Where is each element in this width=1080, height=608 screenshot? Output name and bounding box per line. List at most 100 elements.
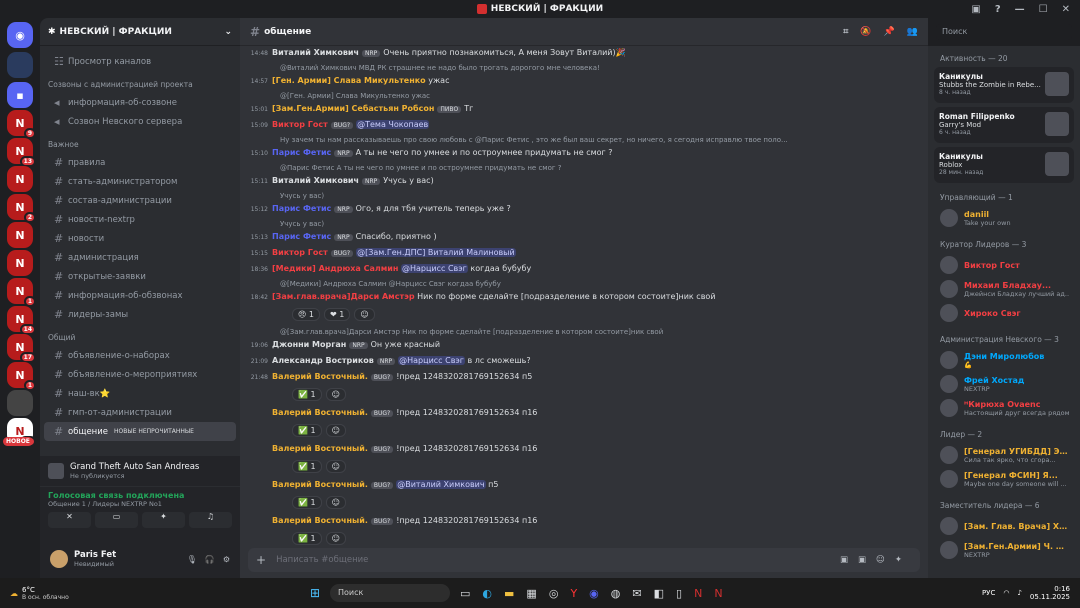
channel-item[interactable]: # общение НОВЫЕ НЕПРОЧИТАННЫЕ [44, 422, 236, 441]
message-row[interactable]: Валерий Восточный. BUG? !пред 124832028176… [240, 516, 928, 525]
activities-button[interactable]: ✦ [142, 512, 185, 528]
channel-item[interactable]: # новости-nextrp [44, 210, 236, 229]
edge-icon[interactable]: ◐ [482, 587, 492, 600]
channel-item[interactable]: # администрация [44, 248, 236, 267]
message-row[interactable]: 15:13 Парис Фетис NRP Спасибо, приятно ) [240, 232, 928, 241]
message-row[interactable]: Валерий Восточный. BUG? !пред 124832028176… [240, 444, 928, 453]
chrome-icon[interactable]: ◍ [611, 587, 621, 600]
server-icon[interactable]: N [7, 166, 33, 192]
message-row[interactable]: 15:15 Виктор Гост BUG? @[Зам.Ген.ДПС] Витал… [240, 248, 928, 257]
volume-icon[interactable]: ♪ [1017, 589, 1021, 597]
server-icon[interactable] [7, 52, 33, 78]
message-row[interactable]: 15:09 Виктор Гост BUG? @Тема Чокопаев [240, 120, 928, 129]
channel-item[interactable]: # правила [44, 153, 236, 172]
threads-icon[interactable]: ⌗ [843, 27, 848, 37]
member-item[interactable]: Дэни Миролюбов 💪 [928, 348, 1080, 372]
server-icon[interactable]: N [7, 250, 33, 276]
app-icon[interactable]: ▯ [676, 587, 682, 600]
browse-channels[interactable]: ☷ Просмотр каналов [44, 52, 236, 71]
server-icon[interactable]: N [7, 222, 33, 248]
reaction-heart[interactable]: ❤ 1 [323, 308, 351, 321]
composer-placeholder[interactable]: Написать #общение [276, 555, 368, 565]
search-input[interactable]: Поиск [936, 24, 1072, 40]
reaction-check[interactable]: ✅ 1 [292, 496, 322, 509]
maximize-button[interactable]: ☐ [1039, 4, 1048, 15]
mic-icon[interactable]: 🎙 [187, 555, 197, 564]
message-author[interactable]: Парис Фетис [272, 148, 331, 157]
server-icon[interactable]: N 17 [7, 334, 36, 363]
channel-item[interactable]: # объявление-о-мероприятиях [44, 365, 236, 384]
message-author[interactable]: Виталий Химкович [272, 176, 359, 185]
store-icon[interactable]: ▦ [526, 587, 536, 600]
message-composer[interactable]: + Написать #общение ▣▣☺✦ [248, 548, 920, 572]
message-author[interactable]: Парис Фетис [272, 232, 331, 241]
folder-icon[interactable]: ▬ [504, 587, 514, 600]
yandex-icon[interactable]: Y [570, 587, 577, 600]
message-row[interactable]: 15:10 Парис Фетис NRP А ты не чего по умнее… [240, 148, 928, 157]
add-reaction-icon[interactable]: ☺ [325, 460, 346, 473]
member-item[interactable]: [Зам.Ген.Армии] Ч. Мику...NEXTRP [928, 538, 1080, 562]
screen-share-button[interactable]: ▭ [95, 512, 138, 528]
channel-item[interactable]: # новости [44, 229, 236, 248]
headphones-icon[interactable]: 🎧 [205, 555, 215, 564]
message-author[interactable]: Валерий Восточный. [272, 408, 368, 417]
message-author[interactable]: [Медики] Андрюха Салмин [272, 264, 398, 273]
message-author[interactable]: Валерий Восточный. [272, 444, 368, 453]
message-author[interactable]: Джонни Морган [272, 340, 346, 349]
plus-icon[interactable]: + [256, 553, 266, 567]
message-row[interactable]: 14:57 [Ген. Армии] Слава Микультенко ужас [240, 76, 928, 85]
channel-item[interactable]: # открытые-заявки [44, 267, 236, 286]
soundboard-button[interactable]: ♫ [189, 512, 232, 528]
category-header[interactable]: Общий [40, 328, 240, 346]
message-author[interactable]: [Зам.Ген.Армии] Себастьян Робсон [272, 104, 434, 113]
mention[interactable]: @Нарцисс Свэг [400, 264, 468, 273]
member-item[interactable]: Фрей Хостад NEXTRP [928, 372, 1080, 396]
add-reaction-icon[interactable]: ☺ [325, 496, 346, 509]
server-icon[interactable] [7, 390, 33, 416]
mention[interactable]: @[Зам.Ген.ДПС] Виталий Малиновый [356, 248, 516, 257]
activity-card[interactable]: Каникулы Roblox 28 мин. назад [934, 147, 1074, 183]
message-author[interactable]: Валерий Восточный. [272, 372, 368, 381]
message-author[interactable]: Валерий Восточный. [272, 516, 368, 525]
clock-date[interactable]: 05.11.2025 [1030, 593, 1070, 601]
channel-item[interactable]: # гмп-от-администрации [44, 403, 236, 422]
message-row[interactable]: 19:06 Джонни Морган NRP Он уже красный [240, 340, 928, 349]
notifications-icon[interactable]: 🔕 [860, 27, 871, 37]
server-header[interactable]: ✱ НЕВСКИЙ | ФРАКЦИИ ⌄ [40, 18, 240, 46]
message-author[interactable]: Виктор Гост [272, 120, 328, 129]
voice-channel[interactable]: ◂ Созвон Невского сервера [44, 112, 236, 131]
wifi-icon[interactable]: ◠ [1003, 589, 1009, 597]
add-reaction-icon[interactable]: ☺ [354, 308, 375, 321]
member-item[interactable]: [Генерал УГИБДД] Э. Ко...Сила так ярко, … [928, 443, 1080, 467]
message-row[interactable]: 21:09 Александр Востриков NRP @Нарцисс Свэг… [240, 356, 928, 365]
mention[interactable]: @Нарцисс Свэг [398, 356, 465, 365]
reaction-check[interactable]: ✅ 1 [292, 532, 322, 545]
lang-indicator[interactable]: РУС [982, 589, 995, 597]
channel-item[interactable]: # лидеры-замы [44, 305, 236, 324]
unread-pill[interactable]: НОВЫЕ НЕПРОЧИТАННЫЕ [114, 428, 194, 435]
mention[interactable]: @Тема Чокопаев [356, 120, 430, 129]
add-reaction-icon[interactable]: ☺ [325, 532, 346, 545]
member-item[interactable]: Виктор Гост [928, 253, 1080, 277]
member-item[interactable]: ᴴКирюха Ovaenc Настоящий друг всегда рядо… [928, 396, 1080, 420]
reaction-check[interactable]: ✅ 1 [292, 424, 322, 437]
emoji-icon[interactable]: ▣▣☺✦ [840, 555, 912, 565]
message-author[interactable]: Александр Востриков [272, 356, 374, 365]
message-row[interactable]: Валерий Восточный. BUG? @Виталий Химкович … [240, 480, 928, 489]
add-reaction-icon[interactable]: ☺ [325, 424, 346, 437]
message-author[interactable]: Парис Фетис [272, 204, 331, 213]
message-row[interactable]: 18:42 [Зам.глав.врача]Дарси Амстэр Ник по… [240, 292, 928, 301]
channel-item[interactable]: ◂ информация-об-созвоне [44, 93, 236, 112]
pin-icon[interactable]: 📌 [884, 27, 895, 37]
windows-start-icon[interactable]: ⊞ [310, 586, 320, 600]
members-icon[interactable]: 👥 [907, 27, 918, 37]
server-icon[interactable]: N 13 [7, 138, 36, 167]
mail-icon[interactable]: ✉ [632, 587, 641, 600]
message-author[interactable]: Виталий Химкович [272, 48, 359, 57]
member-item[interactable]: [Зам. Глав. Врача] Хэм... [928, 514, 1080, 538]
message-row[interactable]: 18:36 [Медики] Андрюха Салмин @Нарцисс Св… [240, 264, 928, 273]
category-header[interactable]: Важное [40, 135, 240, 153]
member-item[interactable]: daniil Take your own [928, 206, 1080, 230]
message-row[interactable]: 15:11 Виталий Химкович NRP Учусь у вас) [240, 176, 928, 185]
inbox-icon[interactable]: ▣ [971, 4, 980, 15]
